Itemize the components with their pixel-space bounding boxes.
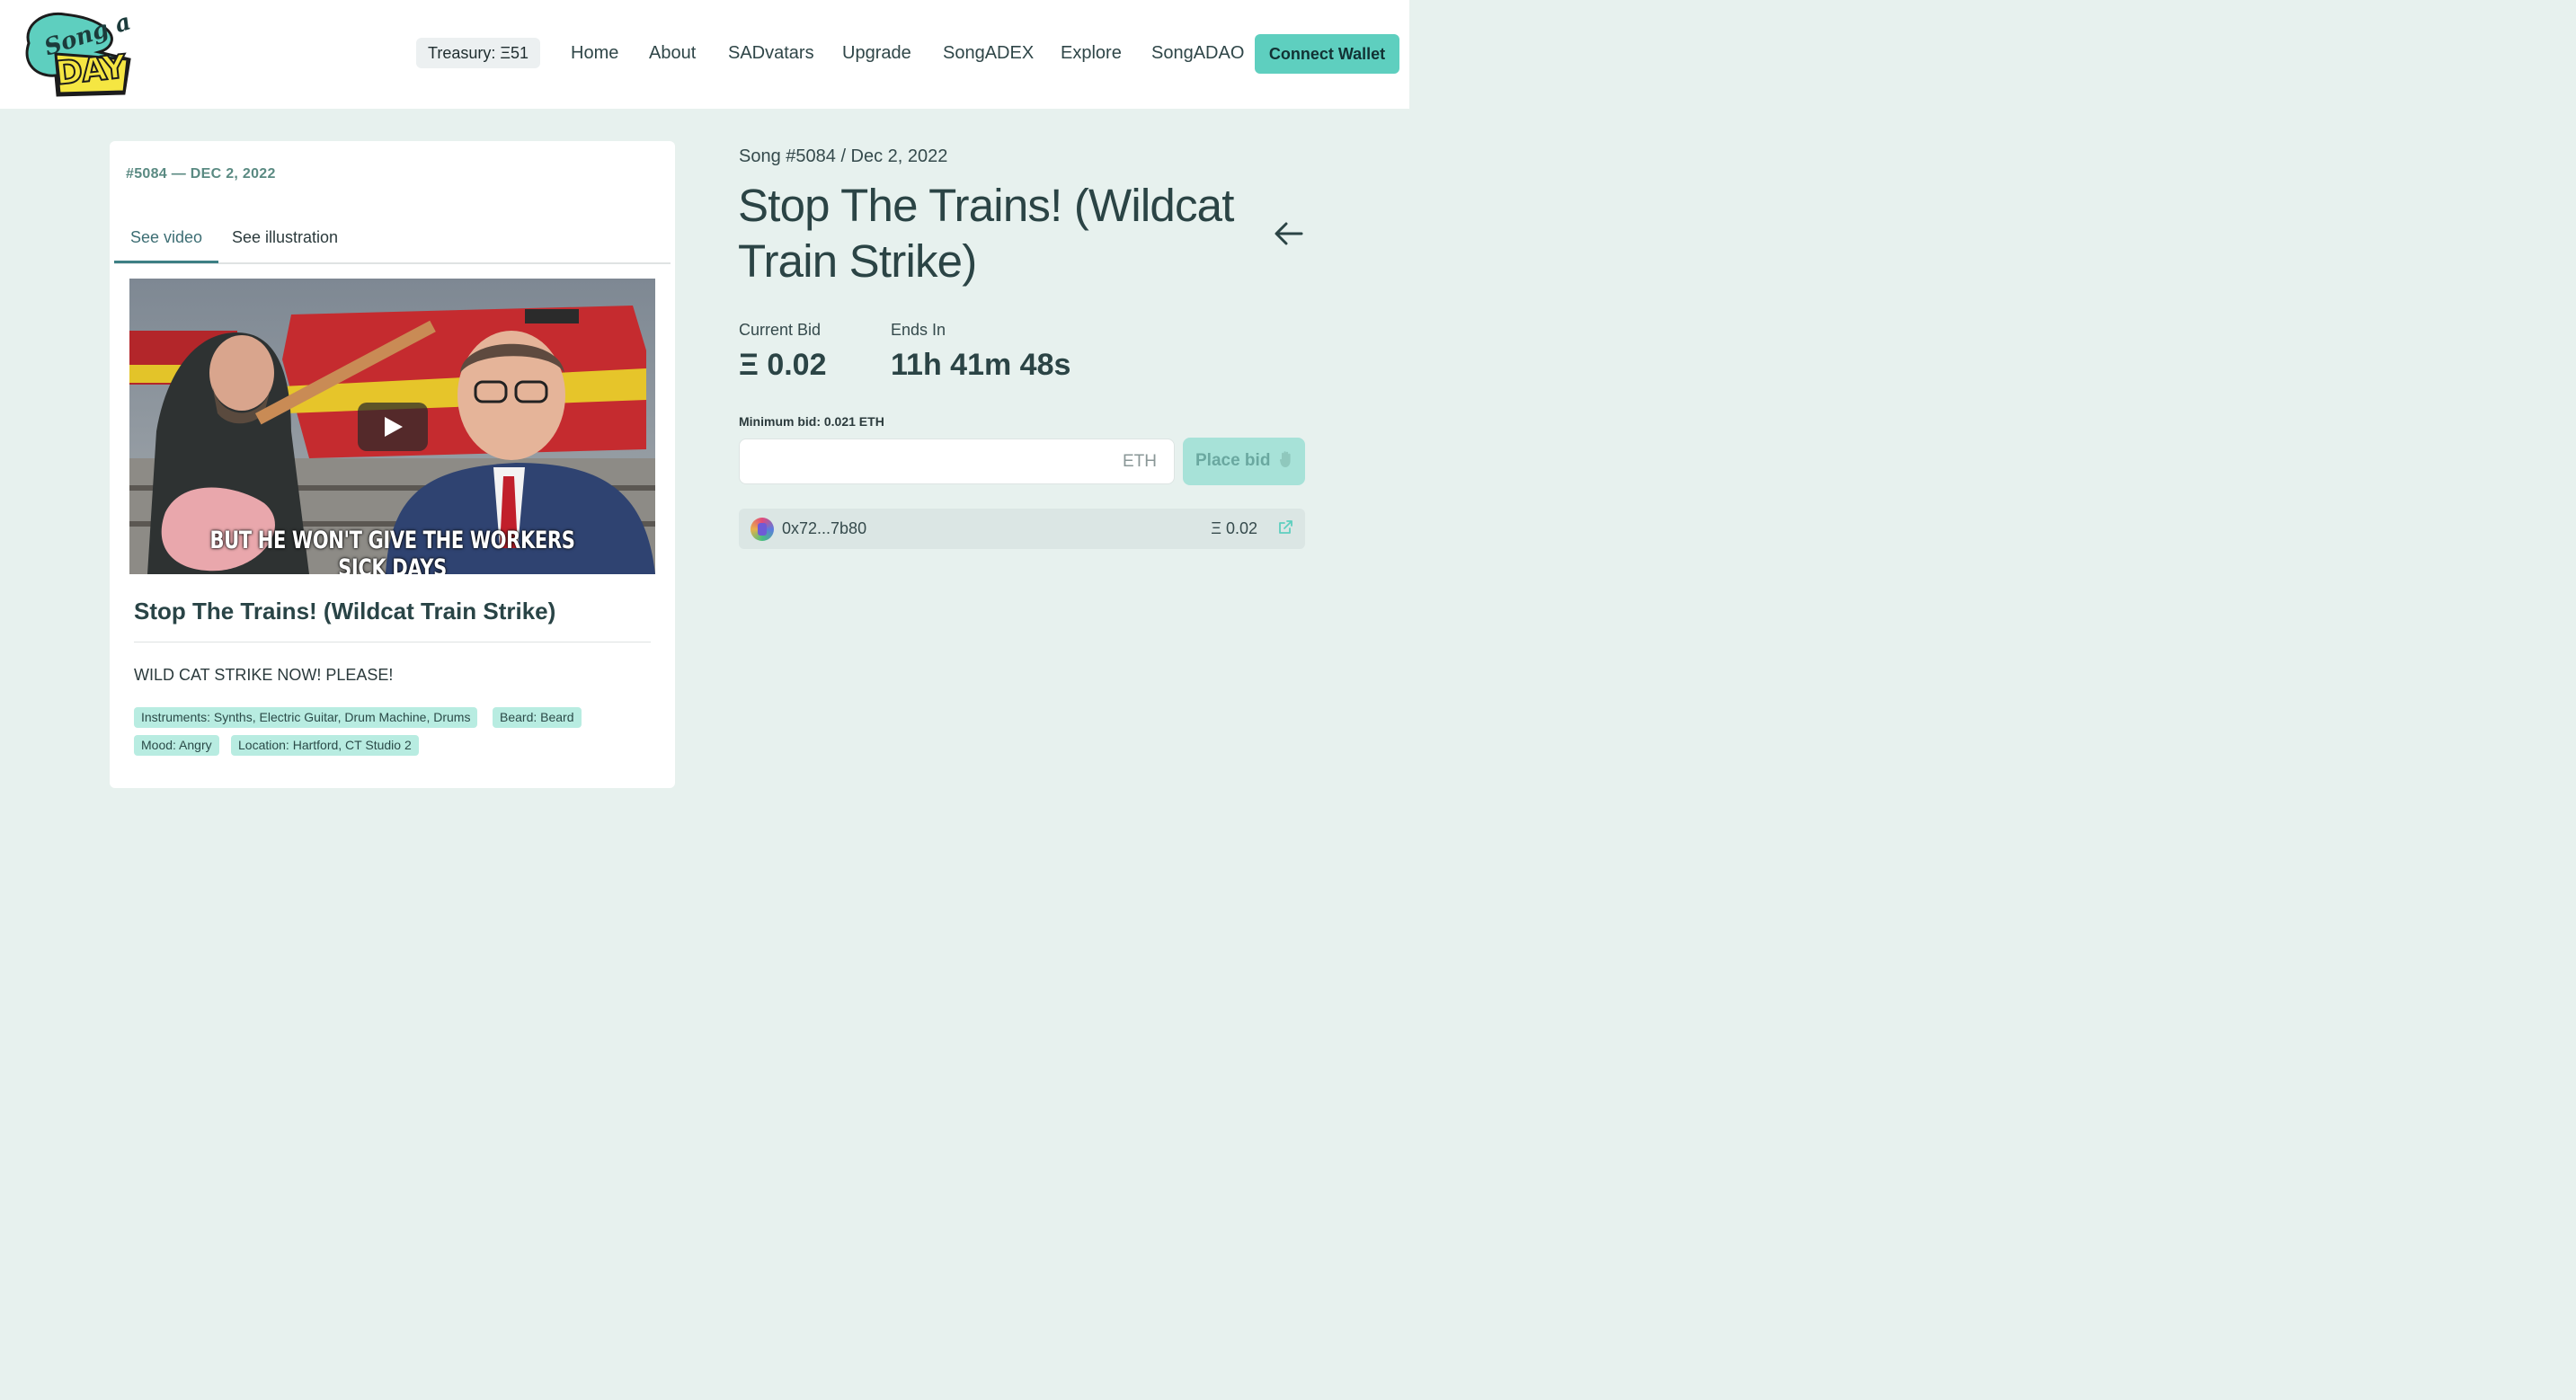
bid-history-row: 0x72...7b80 Ξ 0.02: [739, 509, 1305, 549]
auction-song-title: Stop The Trains! (Wildcat Train Strike): [738, 180, 1234, 287]
nav-songadex[interactable]: SongADEX: [943, 43, 1034, 64]
minimum-bid-text: Minimum bid: 0.021 ETH: [739, 414, 884, 429]
bidder-address[interactable]: 0x72...7b80: [782, 519, 866, 538]
back-arrow-icon[interactable]: [1273, 219, 1305, 248]
song-number-date: #5084 — DEC 2, 2022: [126, 166, 276, 182]
song-title-card: Stop The Trains! (Wildcat Train Strike): [134, 598, 556, 625]
auction-song-meta: Song #5084 / Dec 2, 2022: [739, 146, 948, 166]
tag-mood[interactable]: Mood: Angry: [134, 735, 219, 756]
video-player[interactable]: But he won't give the workers sick days: [129, 279, 655, 574]
place-bid-label: Place bid: [1195, 450, 1271, 470]
tag-beard[interactable]: Beard: Beard: [493, 707, 582, 728]
nav-sadvatars[interactable]: SADvatars: [728, 43, 814, 64]
tag-instruments[interactable]: Instruments: Synths, Electric Guitar, Dr…: [134, 707, 478, 728]
nav-explore[interactable]: Explore: [1061, 43, 1122, 64]
connect-wallet-button[interactable]: Connect Wallet: [1255, 34, 1399, 74]
bid-input-container: ETH: [739, 439, 1175, 485]
nav-songadao[interactable]: SongADAO: [1151, 43, 1244, 64]
external-link-icon[interactable]: [1277, 519, 1293, 536]
place-bid-button[interactable]: Place bid: [1183, 438, 1305, 485]
ends-in-countdown: 11h 41m 48s: [891, 348, 1071, 382]
song-description: WILD CAT STRIKE NOW! PLEASE!: [134, 666, 394, 684]
song-card: #5084 — DEC 2, 2022 See video See illust…: [110, 141, 675, 788]
video-caption: But he won't give the workers sick days: [209, 527, 575, 574]
site-header: Song a DAY Treasury: Ξ51 Home About SADv…: [0, 0, 1409, 109]
eth-suffix-label: ETH: [1123, 452, 1157, 471]
tab-see-video[interactable]: See video: [114, 217, 219, 263]
tag-location[interactable]: Location: Hartford, CT Studio 2: [231, 735, 419, 756]
tab-see-illustration[interactable]: See illustration: [216, 217, 354, 261]
nav-home[interactable]: Home: [571, 43, 618, 64]
play-icon[interactable]: [358, 403, 428, 451]
current-bid-value: Ξ 0.02: [739, 348, 827, 382]
main-nav: Home About SADvatars Upgrade SongADEX Ex…: [0, 43, 1409, 66]
current-bid-label: Current Bid: [739, 321, 822, 339]
media-tabs: See video See illustration: [114, 217, 671, 264]
nav-about[interactable]: About: [649, 43, 696, 64]
bid-history-amount: Ξ 0.02: [1211, 519, 1257, 537]
ends-in-label: Ends In: [891, 321, 946, 339]
raised-hand-icon: [1279, 450, 1293, 474]
bid-amount-input[interactable]: [740, 439, 1132, 485]
bidder-avatar: [751, 518, 774, 541]
nav-upgrade[interactable]: Upgrade: [842, 43, 911, 64]
